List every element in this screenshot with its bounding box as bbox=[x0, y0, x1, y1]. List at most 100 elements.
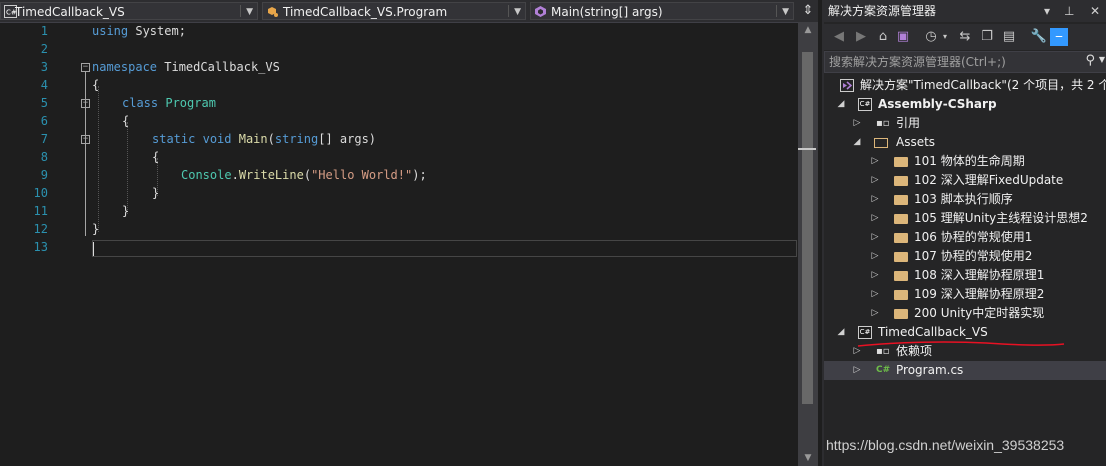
csharp-file-icon: C# bbox=[876, 365, 891, 375]
search-icon[interactable]: ⚲ bbox=[1085, 53, 1095, 68]
tree-item-folder[interactable]: ▷ 108 深入理解协程原理1 bbox=[824, 266, 1106, 285]
current-line-highlight bbox=[92, 240, 797, 257]
references-label: 引用 bbox=[896, 116, 921, 130]
class-dropdown[interactable]: TimedCallback_VS.Program ▼ bbox=[262, 2, 526, 20]
assets-label: Assets bbox=[896, 135, 936, 149]
collapsed-arrow-icon[interactable]: ▷ bbox=[870, 266, 880, 285]
code-line-3: namespace TimedCallback_VS bbox=[92, 60, 280, 74]
collapsed-arrow-icon[interactable]: ▷ bbox=[870, 190, 880, 209]
folder-icon bbox=[894, 214, 908, 224]
tree-item-references[interactable]: ▷ ▪▫ 引用 bbox=[824, 114, 1106, 133]
explorer-search[interactable]: ⚲ ▼ bbox=[824, 51, 1106, 73]
scroll-up-icon[interactable]: ▲ bbox=[798, 22, 818, 38]
tree-item-folder[interactable]: ▷ 106 协程的常规使用1 bbox=[824, 228, 1106, 247]
window-position-icon[interactable]: ▾ bbox=[1044, 0, 1050, 22]
class-icon bbox=[268, 7, 278, 17]
collapse-namespace-icon[interactable]: − bbox=[81, 63, 90, 72]
chevron-down-icon: ▼ bbox=[514, 7, 521, 17]
vertical-scrollbar[interactable]: ▲ ▼ bbox=[798, 22, 818, 466]
pin-icon[interactable]: ⊥ bbox=[1064, 0, 1074, 22]
forward-icon[interactable]: ▶ bbox=[852, 28, 870, 46]
back-icon[interactable]: ◀ bbox=[830, 28, 848, 46]
sync-icon[interactable]: ⇆ bbox=[956, 28, 974, 46]
collapsed-arrow-icon[interactable]: ▷ bbox=[870, 171, 880, 190]
folder-label: 108 深入理解协程原理1 bbox=[914, 268, 1045, 282]
folder-icon bbox=[894, 195, 908, 205]
split-view-icon[interactable]: ⇕ bbox=[798, 0, 818, 22]
member-dropdown[interactable]: Main(string[] args) ▼ bbox=[530, 2, 794, 20]
collapsed-arrow-icon[interactable]: ▷ bbox=[852, 114, 862, 133]
tree-item-assets[interactable]: ◢ Assets bbox=[824, 133, 1106, 152]
project-dropdown-label: TimedCallback_VS bbox=[15, 5, 125, 19]
code-line-5: class Program bbox=[122, 96, 216, 110]
code-line-12: } bbox=[92, 222, 100, 236]
folder-icon bbox=[894, 271, 908, 281]
tree-item-solution[interactable]: 解决方案"TimedCallback"(2 个项目，共 2 个 bbox=[824, 76, 1106, 95]
collapsed-arrow-icon[interactable]: ▷ bbox=[870, 304, 880, 323]
program-file-label: Program.cs bbox=[896, 363, 964, 377]
method-icon bbox=[535, 6, 546, 17]
preview-selected-icon[interactable]: ⎯ bbox=[1050, 28, 1068, 46]
solution-icon bbox=[840, 79, 854, 92]
code-line-6: { bbox=[122, 114, 130, 128]
collapsed-arrow-icon[interactable]: ▷ bbox=[870, 152, 880, 171]
folder-icon bbox=[894, 157, 908, 167]
scrollbar-thumb[interactable] bbox=[802, 52, 813, 404]
chevron-down-icon[interactable]: ▼ bbox=[1099, 55, 1105, 64]
solution-label: 解决方案"TimedCallback"(2 个项目，共 2 个 bbox=[860, 78, 1106, 92]
folder-label: 106 协程的常规使用1 bbox=[914, 230, 1033, 244]
collapsed-arrow-icon[interactable]: ▷ bbox=[870, 209, 880, 228]
explorer-title-bar: 解决方案资源管理器 ▾ ⊥ ✕ bbox=[824, 0, 1106, 22]
code-line-4: { bbox=[92, 78, 100, 92]
folder-label: 103 脚本执行顺序 bbox=[914, 192, 1013, 206]
scroll-down-icon[interactable]: ▼ bbox=[798, 450, 818, 466]
tree-item-program-cs[interactable]: ▷ C# Program.cs bbox=[824, 361, 1106, 380]
collapsed-arrow-icon[interactable]: ▷ bbox=[870, 285, 880, 304]
folder-icon bbox=[894, 309, 908, 319]
chevron-down-icon: ▼ bbox=[782, 7, 789, 17]
explorer-title: 解决方案资源管理器 bbox=[828, 4, 937, 18]
folder-label: 105 理解Unity主线程设计思想2 bbox=[914, 211, 1088, 225]
solution-explorer: 解决方案资源管理器 ▾ ⊥ ✕ ◀ ▶ ⌂ ▣ ◷ ▾ ⇆ ❐ ▤ 🔧 ⎯ ⚲ … bbox=[822, 0, 1106, 466]
code-line-7: static void Main(string[] args) bbox=[152, 132, 377, 146]
tree-item-folder[interactable]: ▷ 102 深入理解FixedUpdate bbox=[824, 171, 1106, 190]
chevron-down-icon[interactable]: ▾ bbox=[936, 28, 954, 46]
folder-label: 109 深入理解协程原理2 bbox=[914, 287, 1045, 301]
code-editor[interactable]: C# TimedCallback_VS ▼ TimedCallback_VS.P… bbox=[0, 0, 818, 466]
explorer-search-input[interactable] bbox=[829, 54, 1069, 70]
collapsed-arrow-icon[interactable]: ▷ bbox=[870, 247, 880, 266]
home-icon[interactable]: ⌂ bbox=[874, 28, 892, 46]
expanded-arrow-icon[interactable]: ◢ bbox=[852, 133, 862, 152]
expanded-arrow-icon[interactable]: ◢ bbox=[836, 323, 846, 342]
assembly-label: Assembly-CSharp bbox=[878, 97, 997, 111]
folder-label: 200 Unity中定时器实现 bbox=[914, 306, 1045, 320]
code-line-1: using System; bbox=[92, 24, 186, 38]
properties-wrench-icon[interactable]: 🔧 bbox=[1030, 28, 1048, 46]
expanded-arrow-icon[interactable]: ◢ bbox=[836, 95, 846, 114]
close-icon[interactable]: ✕ bbox=[1090, 0, 1100, 22]
show-all-files-icon[interactable]: ▤ bbox=[1000, 28, 1018, 46]
collapse-all-icon[interactable]: ❐ bbox=[978, 28, 996, 46]
collapsed-arrow-icon[interactable]: ▷ bbox=[852, 361, 862, 380]
tree-item-folder[interactable]: ▷ 200 Unity中定时器实现 bbox=[824, 304, 1106, 323]
tree-item-folder[interactable]: ▷ 105 理解Unity主线程设计思想2 bbox=[824, 209, 1106, 228]
tree-item-folder[interactable]: ▷ 109 深入理解协程原理2 bbox=[824, 285, 1106, 304]
references-icon: ▪▫ bbox=[876, 118, 890, 129]
code-line-10: } bbox=[152, 186, 160, 200]
tree-item-folder[interactable]: ▷ 101 物体的生命周期 bbox=[824, 152, 1106, 171]
folder-label: 102 深入理解FixedUpdate bbox=[914, 173, 1064, 187]
chevron-down-icon: ▼ bbox=[246, 7, 253, 17]
navigation-bar: C# TimedCallback_VS ▼ TimedCallback_VS.P… bbox=[0, 0, 818, 23]
code-line-9: Console.WriteLine("Hello World!"); bbox=[181, 168, 427, 182]
collapsed-arrow-icon[interactable]: ▷ bbox=[870, 228, 880, 247]
tree-item-folder[interactable]: ▷ 103 脚本执行顺序 bbox=[824, 190, 1106, 209]
tree-item-assembly-csharp[interactable]: ◢ C# Assembly-CSharp bbox=[824, 95, 1106, 114]
project-dropdown[interactable]: C# TimedCallback_VS ▼ bbox=[0, 2, 258, 20]
scrollbar-caret-marker bbox=[798, 148, 816, 150]
class-dropdown-label: TimedCallback_VS.Program bbox=[283, 5, 448, 19]
folder-icon bbox=[894, 233, 908, 243]
watermark-text: https://blog.csdn.net/weixin_39538253 bbox=[826, 437, 1065, 453]
switch-views-icon[interactable]: ▣ bbox=[894, 28, 912, 46]
code-line-11: } bbox=[122, 204, 130, 218]
tree-item-folder[interactable]: ▷ 107 协程的常规使用2 bbox=[824, 247, 1106, 266]
